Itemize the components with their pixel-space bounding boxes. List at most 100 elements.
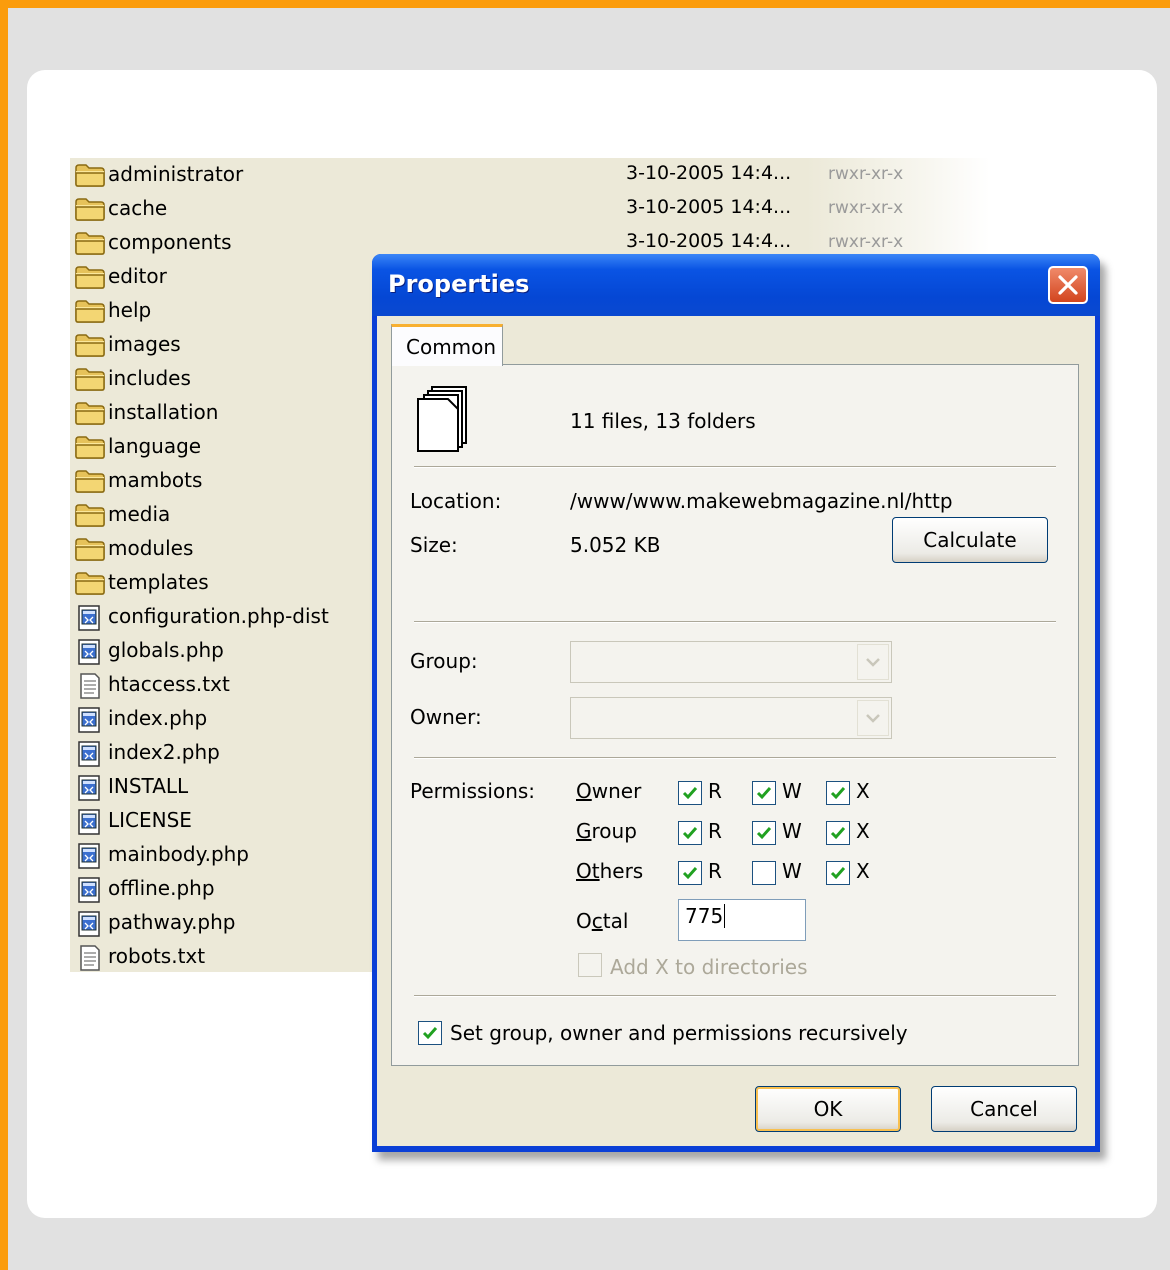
- file-name: images: [108, 332, 181, 356]
- php-file-icon: [74, 605, 106, 631]
- file-name: robots.txt: [108, 944, 206, 968]
- permissions-label: Permissions:: [410, 779, 536, 803]
- owner-label: Owner:: [410, 705, 482, 729]
- file-name: index.php: [108, 706, 208, 730]
- file-name: editor: [108, 264, 167, 288]
- file-name: INSTALL: [108, 774, 189, 798]
- location-value: /www/www.makewebmagazine.nl/http: [570, 489, 953, 513]
- file-row[interactable]: administrator 3-10-2005 14:4... rwxr-xr-x: [70, 158, 990, 192]
- group-select[interactable]: [570, 641, 892, 683]
- selection-summary: 11 files, 13 folders: [570, 409, 756, 433]
- folder-icon: [74, 163, 106, 187]
- tab-panel-common: 11 files, 13 folders Location: /www/www.…: [391, 364, 1079, 1066]
- perm-x-checkbox[interactable]: [826, 861, 850, 885]
- file-date: 3-10-2005 14:4...: [626, 196, 792, 218]
- file-name: language: [108, 434, 202, 458]
- folder-icon: [74, 333, 106, 357]
- file-name: templates: [108, 570, 209, 594]
- perm-row-label: Owner: [576, 779, 642, 803]
- file-name: cache: [108, 196, 168, 220]
- php-file-icon: [74, 911, 106, 937]
- file-date: 3-10-2005 14:4...: [626, 162, 792, 184]
- perm-x-label: X: [856, 859, 870, 883]
- dialog-title: Properties: [388, 270, 530, 298]
- recursive-label: Set group, owner and permissions recursi…: [450, 1021, 908, 1045]
- add-x-checkbox[interactable]: [578, 953, 602, 977]
- folder-icon: [74, 401, 106, 425]
- folder-icon: [74, 571, 106, 595]
- folder-icon: [74, 265, 106, 289]
- separator: [414, 466, 1056, 468]
- perm-w-label: W: [782, 859, 802, 883]
- perm-r-checkbox[interactable]: [678, 861, 702, 885]
- perm-r-checkbox[interactable]: [678, 821, 702, 845]
- size-value: 5.052 KB: [570, 533, 661, 557]
- php-file-icon: [74, 741, 106, 767]
- file-name: pathway.php: [108, 910, 236, 934]
- size-label: Size:: [410, 533, 458, 557]
- perm-w-checkbox[interactable]: [752, 821, 776, 845]
- octal-input[interactable]: 775: [678, 899, 806, 941]
- file-row[interactable]: cache 3-10-2005 14:4... rwxr-xr-x: [70, 192, 990, 226]
- file-name: LICENSE: [108, 808, 192, 832]
- perm-x-label: X: [856, 779, 870, 803]
- php-file-icon: [74, 775, 106, 801]
- php-file-icon: [74, 809, 106, 835]
- location-label: Location:: [410, 489, 502, 513]
- php-file-icon: [74, 707, 106, 733]
- file-name: media: [108, 502, 171, 526]
- chevron-down-icon[interactable]: [857, 700, 889, 736]
- recursive-checkbox[interactable]: [418, 1021, 442, 1045]
- cancel-button[interactable]: Cancel: [931, 1086, 1077, 1132]
- folder-icon: [74, 299, 106, 323]
- close-icon: [1058, 275, 1078, 295]
- file-name: help: [108, 298, 152, 322]
- separator: [414, 757, 1056, 759]
- checkmark-icon: [422, 1027, 438, 1040]
- php-file-icon: [74, 843, 106, 869]
- perm-x-checkbox[interactable]: [826, 821, 850, 845]
- file-name: includes: [108, 366, 191, 390]
- file-name: components: [108, 230, 232, 254]
- perm-row-label: Others: [576, 859, 644, 883]
- owner-select[interactable]: [570, 697, 892, 739]
- folder-icon: [74, 231, 106, 255]
- perm-r-checkbox[interactable]: [678, 781, 702, 805]
- folder-icon: [74, 367, 106, 391]
- perm-r-label: R: [708, 779, 722, 803]
- perm-w-checkbox[interactable]: [752, 781, 776, 805]
- add-x-label: Add X to directories: [610, 955, 808, 979]
- octal-label: Octal: [576, 909, 629, 933]
- perm-w-label: W: [782, 819, 802, 843]
- separator: [414, 995, 1056, 997]
- properties-dialog: Properties 11 files, 13 folders Location…: [372, 254, 1100, 1152]
- file-date: 3-10-2005 14:4...: [626, 230, 792, 252]
- text-file-icon: [74, 673, 106, 699]
- tab-common[interactable]: Common: [391, 324, 503, 366]
- ok-button[interactable]: OK: [755, 1086, 901, 1132]
- perm-row-label: Group: [576, 819, 637, 843]
- multiple-files-icon: [417, 386, 467, 452]
- perm-r-label: R: [708, 819, 722, 843]
- perm-w-checkbox[interactable]: [752, 861, 776, 885]
- separator: [414, 621, 1056, 623]
- file-name: configuration.php-dist: [108, 604, 329, 628]
- calculate-button[interactable]: Calculate: [892, 517, 1048, 563]
- dialog-titlebar[interactable]: Properties: [372, 254, 1100, 316]
- file-name: offline.php: [108, 876, 215, 900]
- perm-x-checkbox[interactable]: [826, 781, 850, 805]
- group-label: Group:: [410, 649, 478, 673]
- perm-w-label: W: [782, 779, 802, 803]
- chevron-down-icon[interactable]: [857, 644, 889, 680]
- folder-icon: [74, 469, 106, 493]
- file-name: installation: [108, 400, 219, 424]
- close-button[interactable]: [1048, 266, 1088, 304]
- file-name: mambots: [108, 468, 203, 492]
- file-permissions: rwxr-xr-x: [828, 232, 904, 252]
- file-name: administrator: [108, 162, 244, 186]
- php-file-icon: [74, 877, 106, 903]
- perm-r-label: R: [708, 859, 722, 883]
- perm-x-label: X: [856, 819, 870, 843]
- file-name: mainbody.php: [108, 842, 250, 866]
- dialog-client: 11 files, 13 folders Location: /www/www.…: [377, 316, 1095, 1146]
